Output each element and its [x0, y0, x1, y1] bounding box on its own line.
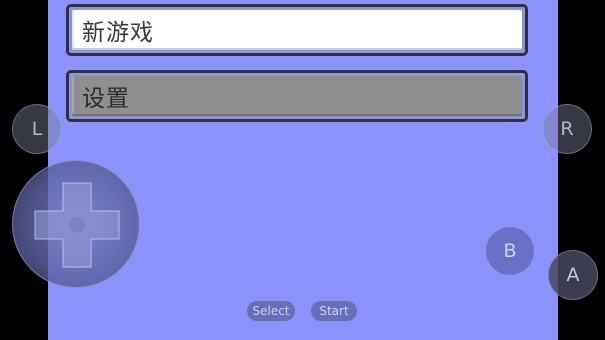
menu-item-label: 新游戏	[72, 10, 522, 50]
select-button[interactable]: Select	[246, 300, 296, 322]
b-button[interactable]: B	[485, 226, 535, 276]
b-button-label: B	[503, 240, 517, 262]
emulator-stage: 新游戏 设置 L R B A Select Start	[0, 0, 605, 340]
a-button-label: A	[566, 264, 580, 286]
l-button-label: L	[31, 118, 43, 140]
menu-item-settings[interactable]: 设置	[66, 70, 528, 122]
start-button-label: Start	[319, 304, 349, 318]
l-shoulder-button[interactable]: L	[12, 104, 62, 154]
r-button-label: R	[560, 118, 574, 140]
dpad-cross-icon	[34, 182, 120, 268]
r-shoulder-button[interactable]: R	[542, 104, 592, 154]
menu-item-new-game[interactable]: 新游戏	[66, 4, 528, 56]
dpad[interactable]	[12, 160, 140, 288]
select-button-label: Select	[252, 304, 290, 318]
start-button[interactable]: Start	[310, 300, 358, 322]
menu-item-label: 设置	[72, 76, 522, 116]
a-button[interactable]: A	[548, 250, 598, 300]
